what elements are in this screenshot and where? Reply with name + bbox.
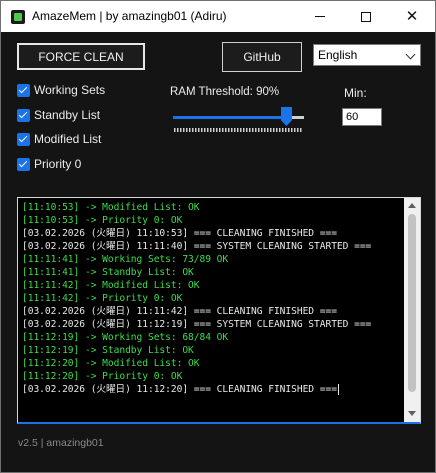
maximize-button[interactable] xyxy=(343,1,389,32)
log-line: [11:12:19] -> Standby List: OK xyxy=(22,344,402,357)
log-lines: [11:10:53] -> Modified List: OK [11:10:53… xyxy=(22,201,402,396)
checkbox[interactable] xyxy=(17,132,30,146)
log-output[interactable]: [11:10:53] -> Modified List: OK [11:10:53… xyxy=(17,197,421,424)
main-panel: FORCE CLEAN GitHub English Working Sets S… xyxy=(1,32,435,472)
log-line-text: [11:11:42] -> Priority 0: OK xyxy=(22,293,183,304)
log-line-text: [11:10:53] -> Priority 0: OK xyxy=(22,215,183,226)
chevron-down-icon xyxy=(405,49,416,60)
option-row[interactable]: Priority 0 xyxy=(17,157,81,171)
option-label: Priority 0 xyxy=(34,157,82,171)
log-line-text: [11:12:19] -> Standby List: OK xyxy=(22,345,194,356)
option-row[interactable]: Working Sets xyxy=(17,83,105,97)
log-line: [11:12:19] -> Working Sets: 68/84 OK xyxy=(22,331,402,344)
log-line-text: [03.02.2026 (火曜日) 11:12:20] === CLEANING… xyxy=(22,384,337,395)
slider-thumb[interactable] xyxy=(281,107,292,126)
log-line-text: [11:10:53] -> Modified List: OK xyxy=(22,202,200,213)
log-line: [03.02.2026 (火曜日) 11:12:19] === SYSTEM C… xyxy=(22,318,402,331)
app-window: AmazeMem | by amazingb01 (Adiru) ✕ FORCE… xyxy=(0,0,436,473)
log-line-text: [11:11:41] -> Working Sets: 73/89 OK xyxy=(22,254,229,265)
ram-threshold-label: RAM Threshold: 90% xyxy=(170,86,280,98)
window-title: AmazeMem | by amazingb01 (Adiru) xyxy=(32,9,227,23)
log-line: [03.02.2026 (火曜日) 11:12:20] === CLEANING… xyxy=(22,383,402,396)
option-row[interactable]: Modified List xyxy=(17,132,101,146)
log-line-text: [03.02.2026 (火曜日) 11:11:42] === CLEANING… xyxy=(22,306,337,317)
checkbox[interactable] xyxy=(17,108,30,122)
log-line: [03.02.2026 (火曜日) 11:11:40] === SYSTEM C… xyxy=(22,240,402,253)
minimize-icon xyxy=(315,16,325,17)
option-row[interactable]: Standby List xyxy=(17,108,100,122)
log-line-text: [11:11:41] -> Standby List: OK xyxy=(22,267,194,278)
log-line: [11:10:53] -> Priority 0: OK xyxy=(22,214,402,227)
language-select[interactable]: English xyxy=(313,44,421,66)
option-label: Working Sets xyxy=(34,83,106,97)
app-icon xyxy=(11,10,25,24)
option-label: Modified List xyxy=(34,132,102,146)
log-line: [03.02.2026 (火曜日) 11:10:53] === CLEANING… xyxy=(22,227,402,240)
log-line-text: [11:12:20] -> Priority 0: OK xyxy=(22,371,183,382)
log-line-text: [03.02.2026 (火曜日) 11:12:19] === SYSTEM C… xyxy=(22,319,372,330)
log-line-text: [03.02.2026 (火曜日) 11:10:53] === CLEANING… xyxy=(22,228,337,239)
slider-ticks xyxy=(174,128,302,132)
log-line-text: [03.02.2026 (火曜日) 11:11:40] === SYSTEM C… xyxy=(22,241,372,252)
log-scrollbar[interactable] xyxy=(404,198,420,422)
maximize-icon xyxy=(361,11,371,22)
min-input[interactable]: 60 xyxy=(342,108,382,126)
log-line: [11:12:20] -> Priority 0: OK xyxy=(22,370,402,383)
option-label: Standby List xyxy=(34,108,101,122)
title-bar[interactable]: AmazeMem | by amazingb01 (Adiru) ✕ xyxy=(1,1,435,32)
scroll-up-icon[interactable] xyxy=(408,203,416,208)
log-line: [11:11:42] -> Priority 0: OK xyxy=(22,292,402,305)
log-line: [11:12:20] -> Modified List: OK xyxy=(22,357,402,370)
checkbox[interactable] xyxy=(17,83,30,97)
scroll-thumb[interactable] xyxy=(408,214,416,392)
scroll-down-icon[interactable] xyxy=(408,411,416,416)
language-selected-value: English xyxy=(318,48,358,62)
version-footer: v2.5 | amazingb01 xyxy=(18,437,104,449)
close-icon: ✕ xyxy=(405,7,419,25)
minimize-button[interactable] xyxy=(297,1,343,32)
log-line-text: [11:12:20] -> Modified List: OK xyxy=(22,358,200,369)
checkbox[interactable] xyxy=(17,157,30,171)
log-line-text: [11:12:19] -> Working Sets: 68/84 OK xyxy=(22,332,229,343)
min-label: Min: xyxy=(344,86,367,100)
text-caret xyxy=(337,383,339,395)
log-line-text: [11:11:42] -> Modified List: OK xyxy=(22,280,200,291)
close-button[interactable]: ✕ xyxy=(389,1,435,32)
log-line: [11:10:53] -> Modified List: OK xyxy=(22,201,402,214)
log-line: [11:11:41] -> Standby List: OK xyxy=(22,266,402,279)
slider-fill xyxy=(173,116,291,119)
log-line: [11:11:41] -> Working Sets: 73/89 OK xyxy=(22,253,402,266)
log-line: [03.02.2026 (火曜日) 11:11:42] === CLEANING… xyxy=(22,305,402,318)
force-clean-button[interactable]: FORCE CLEAN xyxy=(17,43,145,70)
github-button[interactable]: GitHub xyxy=(222,42,302,72)
log-line: [11:11:42] -> Modified List: OK xyxy=(22,279,402,292)
